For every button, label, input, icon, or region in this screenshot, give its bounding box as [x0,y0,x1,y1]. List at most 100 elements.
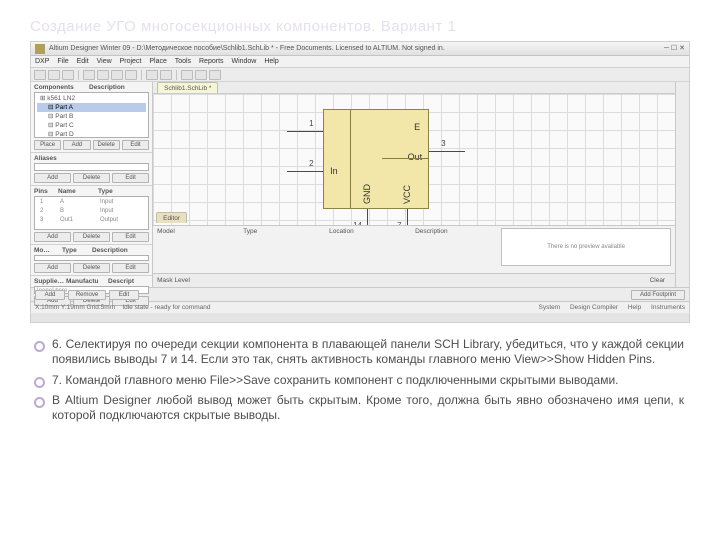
bottom-edit-button[interactable]: Edit [109,290,139,300]
pin-7-number: 7 [397,221,401,225]
toolbar-button[interactable] [209,70,221,80]
aliases-block: Aliases Add Delete Edit [31,153,152,186]
menu-place[interactable]: Place [149,58,167,65]
pin-add-button[interactable]: Add [34,232,71,242]
toolbar-button[interactable] [83,70,95,80]
toolbar-1[interactable] [31,68,689,82]
page-title: Создание УГО многосекционных компонентов… [30,18,690,35]
component-symbol: E Out In GND VCC 1 2 [323,109,429,209]
status-bar: X:10mm Y:19mm Grid:5mm Idle state - read… [31,301,689,313]
bullet-item: 7. Командой главного меню File>>Save сох… [32,373,684,388]
component-body: E Out In GND VCC [323,109,429,209]
place-button[interactable]: Place [34,140,61,150]
add-button[interactable]: Add [63,140,90,150]
pin-2-number: 2 [309,159,313,168]
grid-col: Description [415,228,501,271]
menu-bar[interactable]: DXP File Edit View Project Place Tools R… [31,56,689,68]
bullet-item: 6. Селектируя по очереди секции компонен… [32,337,684,368]
model-list [34,255,149,261]
app-screenshot: Altium Designer Winter 09 - D:\Методичес… [30,41,690,323]
model-block: Mo…TypeDescription Add Delete Edit [31,245,152,276]
model-grid-panel: Model Type Location Description There is… [153,225,675,273]
right-dock[interactable] [675,82,689,287]
toolbar-button[interactable] [195,70,207,80]
label-gnd: GND [362,184,372,204]
canvas-area[interactable]: E Out In GND VCC 1 2 [153,94,675,225]
pin-line [287,131,323,132]
pins-block: PinsNameType 1AInput 2BInput 3Out1Output… [31,186,152,245]
toolbar-button[interactable] [48,70,60,80]
components-header: Components [34,84,89,91]
label-in: In [330,166,338,176]
grid-col: Type [243,228,329,271]
bottom-remove-button[interactable]: Remove [68,290,106,300]
menu-dxp[interactable]: DXP [35,58,49,65]
menu-file[interactable]: File [57,58,68,65]
edit-button[interactable]: Edit [122,140,149,150]
bottom-toolbar: Mask Level Clear [153,273,675,287]
alias-delete-button[interactable]: Delete [73,173,110,183]
preview-box: There is no preview available [501,228,671,266]
pin-row[interactable]: 2BInput [37,207,146,216]
pin-line [367,209,368,225]
delete-button[interactable]: Delete [93,140,120,150]
add-footprint-button[interactable]: Add Footprint [631,290,685,300]
editor-tab[interactable]: Editor [156,212,187,223]
bullet-item: В Altium Designer любой вывод может быть… [32,393,684,424]
pins-list: 1AInput 2BInput 3Out1Output [34,196,149,230]
window-titlebar: Altium Designer Winter 09 - D:\Методичес… [31,42,689,56]
toolbar-button[interactable] [97,70,109,80]
toolbar-button[interactable] [111,70,123,80]
document-tabs[interactable]: Schlib1.SchLib * [153,82,675,94]
pins-hdr-2: Name [58,188,98,195]
aliases-header: Aliases [34,155,89,162]
pin-delete-button[interactable]: Delete [73,232,110,242]
menu-help[interactable]: Help [264,58,278,65]
component-part-d[interactable]: ⊟ Part D [37,130,146,139]
doc-tab[interactable]: Schlib1.SchLib * [157,82,218,93]
toolbar-button[interactable] [125,70,137,80]
app-icon [35,44,45,54]
toolbar-button[interactable] [160,70,172,80]
pins-hdr-1: Pins [34,188,58,195]
pin-row[interactable]: 1AInput [37,198,146,207]
menu-view[interactable]: View [97,58,112,65]
label-e: E [414,122,420,132]
model-add-button[interactable]: Add [34,263,71,273]
sch-library-panel: ComponentsDescription ⊞ k561 LN2 ⊟ Part … [31,82,153,287]
menu-reports[interactable]: Reports [199,58,224,65]
menu-project[interactable]: Project [120,58,142,65]
component-part-c[interactable]: ⊟ Part C [37,121,146,130]
label-vcc: VCC [402,185,412,204]
toolbar-button[interactable] [34,70,46,80]
model-edit-button[interactable]: Edit [112,263,149,273]
description-header: Description [89,84,125,91]
grid-col: Model [157,228,243,271]
component-row[interactable]: ⊞ k561 LN2 [37,94,146,103]
menu-tools[interactable]: Tools [175,58,191,65]
pin-3-number: 3 [441,139,445,148]
aliases-list [34,163,149,171]
pin-14-number: 14 [353,221,362,225]
menu-window[interactable]: Window [231,58,256,65]
pin-line [407,209,408,225]
model-delete-button[interactable]: Delete [73,263,110,273]
pin-row[interactable]: 3Out1Output [37,216,146,225]
toolbar-button[interactable] [146,70,158,80]
pin-line [429,151,465,152]
pin-line [287,171,323,172]
pins-hdr-3: Type [98,188,113,195]
component-part-b[interactable]: ⊟ Part B [37,112,146,121]
components-block: ComponentsDescription ⊞ k561 LN2 ⊟ Part … [31,82,152,153]
grid-col: Location [329,228,415,271]
alias-add-button[interactable]: Add [34,173,71,183]
bottom-add-button[interactable]: Add [35,290,65,300]
window-title-text: Altium Designer Winter 09 - D:\Методичес… [49,45,445,52]
toolbar-button[interactable] [181,70,193,80]
pin-edit-button[interactable]: Edit [112,232,149,242]
pin-1-number: 1 [309,119,313,128]
menu-edit[interactable]: Edit [77,58,89,65]
component-part-a[interactable]: ⊟ Part A [37,103,146,112]
alias-edit-button[interactable]: Edit [112,173,149,183]
toolbar-button[interactable] [62,70,74,80]
